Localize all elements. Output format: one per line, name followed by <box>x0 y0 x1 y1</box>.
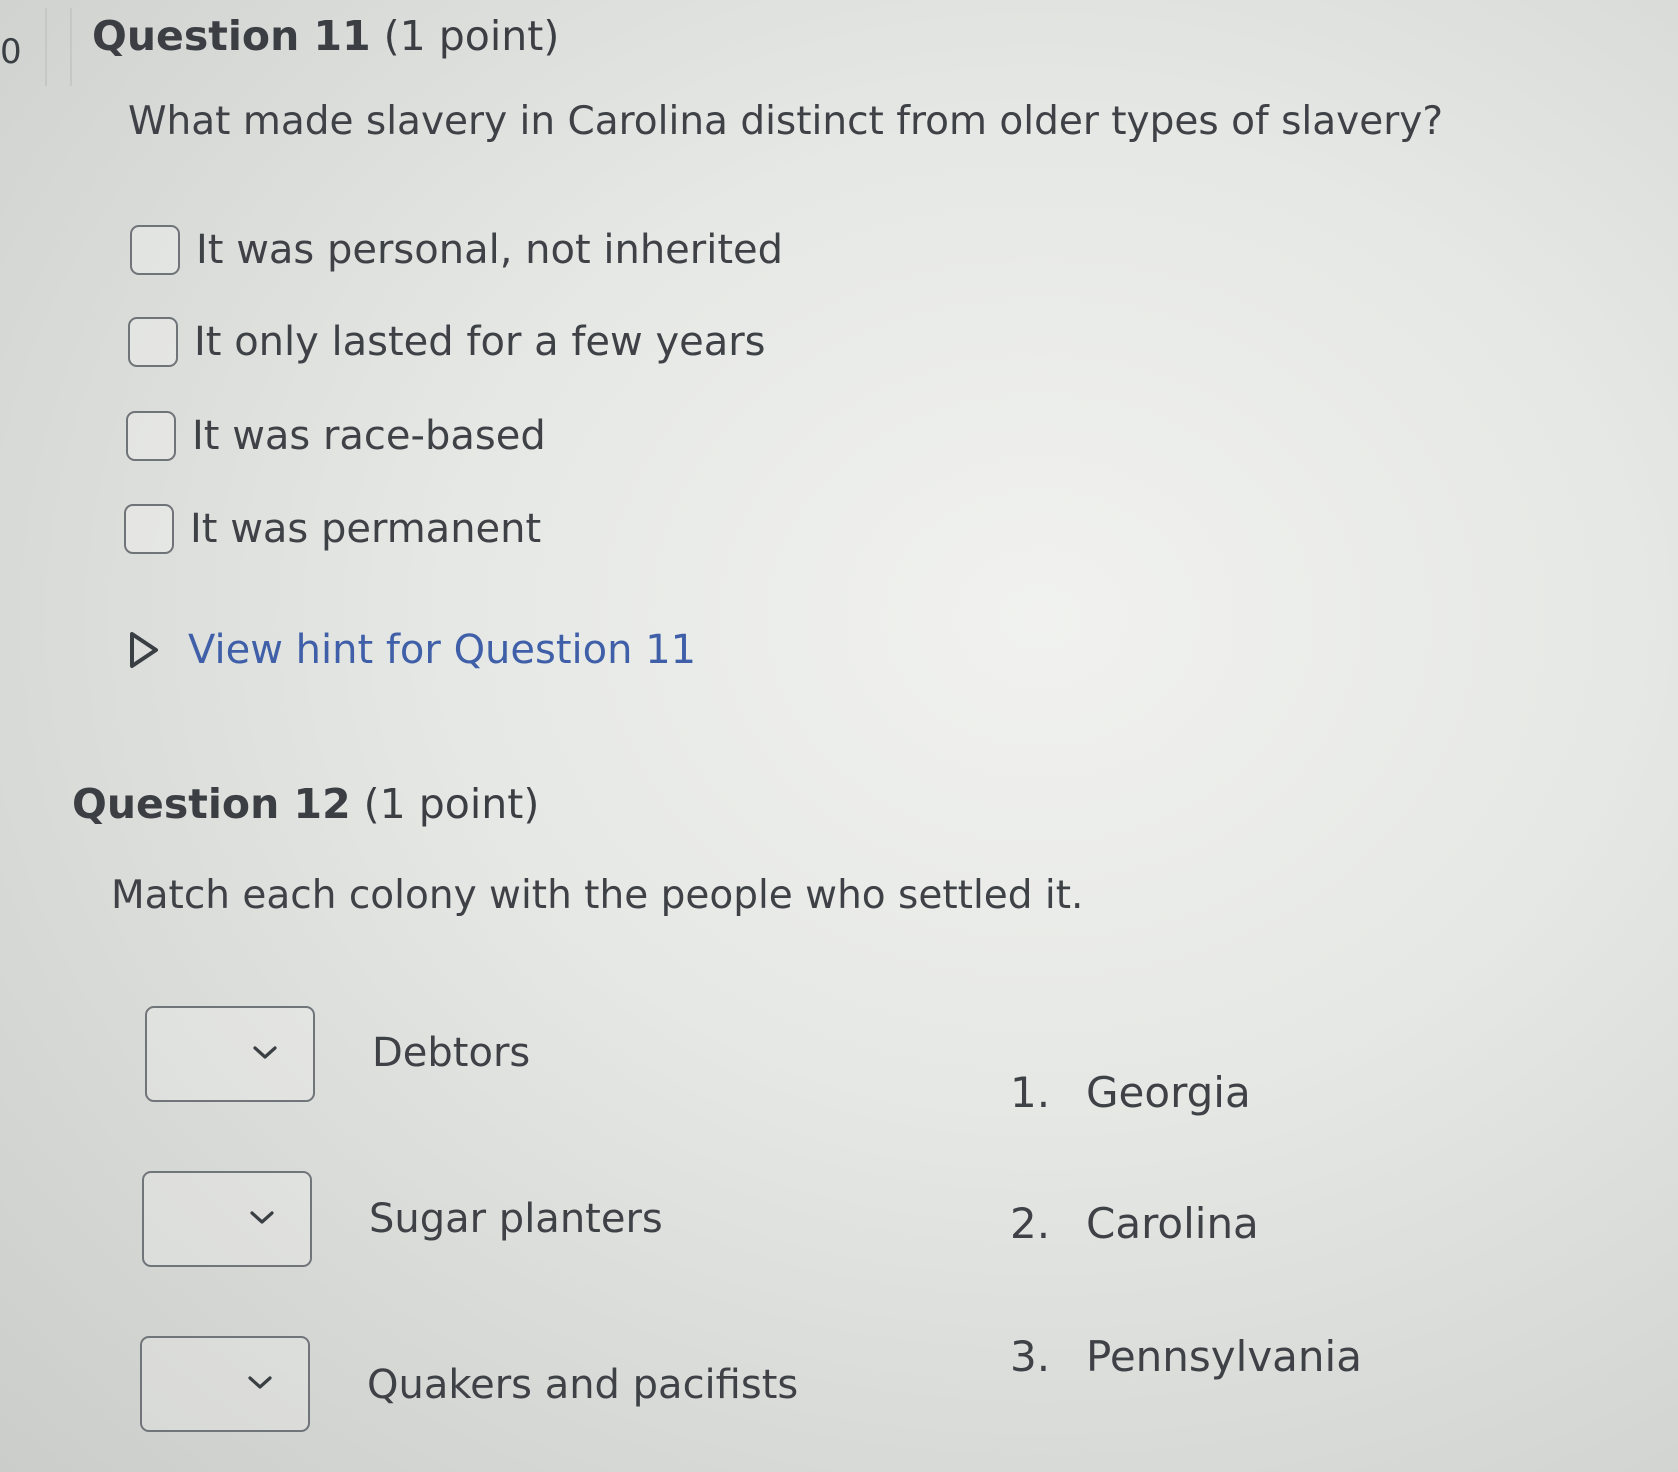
chevron-down-icon <box>250 1211 274 1224</box>
option-4-label: It was permanent <box>190 506 542 552</box>
option-2-label: It only lasted for a few years <box>194 319 766 365</box>
view-hint-toggle[interactable]: View hint for Question 11 <box>128 627 696 673</box>
question-11-number: Question 11 <box>92 12 371 60</box>
question-12-title: Question 12 (1 point) <box>72 780 539 828</box>
match-label-3: Quakers and pacifists <box>367 1362 799 1408</box>
option-4-checkbox[interactable] <box>124 504 174 554</box>
question-12-prompt: Match each colony with the people who se… <box>111 873 1084 918</box>
choice-name-1: Georgia <box>1086 1068 1251 1117</box>
option-1-checkbox[interactable] <box>130 225 180 275</box>
match-label-2: Sugar planters <box>369 1196 663 1242</box>
option-2[interactable]: It only lasted for a few years <box>128 312 766 372</box>
choice-number-2: 2. <box>1010 1199 1051 1248</box>
choice-number-3: 3. <box>1010 1332 1051 1381</box>
question-12-number: Question 12 <box>72 780 351 828</box>
choice-number-1: 1. <box>1010 1068 1051 1117</box>
chevron-down-icon <box>248 1376 272 1389</box>
match-select-1[interactable] <box>145 1006 315 1102</box>
choice-item-3: 3. Pennsylvania <box>1010 1332 1362 1381</box>
edge-number: 0 <box>0 32 22 72</box>
choice-item-2: 2. Carolina <box>1010 1199 1259 1248</box>
match-select-3[interactable] <box>140 1336 310 1432</box>
option-2-checkbox[interactable] <box>128 317 178 367</box>
view-hint-link[interactable]: View hint for Question 11 <box>188 627 696 673</box>
match-label-1: Debtors <box>372 1030 531 1076</box>
question-12-points: (1 point) <box>363 780 540 828</box>
choice-name-3: Pennsylvania <box>1086 1332 1362 1381</box>
option-3-label: It was race-based <box>192 413 546 459</box>
match-select-2[interactable] <box>142 1171 312 1267</box>
option-4[interactable]: It was permanent <box>124 499 541 559</box>
left-divider-inner <box>70 8 72 86</box>
question-11-title: Question 11 (1 point) <box>92 12 559 60</box>
left-divider <box>45 8 47 86</box>
choice-name-2: Carolina <box>1086 1199 1259 1248</box>
question-11-prompt: What made slavery in Carolina distinct f… <box>128 99 1444 144</box>
option-1[interactable]: It was personal, not inherited <box>130 220 783 280</box>
triangle-right-icon <box>130 632 158 668</box>
chevron-down-icon <box>253 1046 277 1059</box>
choice-item-1: 1. Georgia <box>1010 1068 1251 1117</box>
question-11-points: (1 point) <box>383 12 560 60</box>
option-3-checkbox[interactable] <box>126 411 176 461</box>
option-1-label: It was personal, not inherited <box>196 227 784 273</box>
option-3[interactable]: It was race-based <box>126 406 546 466</box>
